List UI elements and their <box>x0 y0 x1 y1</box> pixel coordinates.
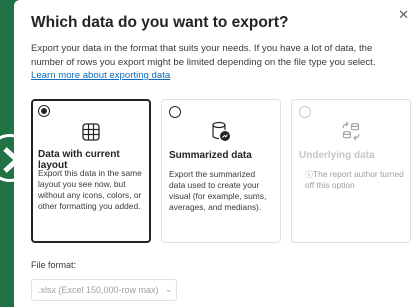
data-transfer-icon <box>342 121 360 141</box>
option-card-summarized[interactable]: Summarized data Export the summarized da… <box>161 99 281 243</box>
file-format-label: File format: <box>31 260 77 270</box>
option-title: Summarized data <box>169 150 252 161</box>
option-description: Export the summarized data used to creat… <box>169 169 267 212</box>
chevron-down-icon: ⌄ <box>165 285 172 294</box>
option-disabled-note: ⓘThe report author turned off this optio… <box>305 169 405 191</box>
file-format-select[interactable]: .xlsx (Excel 150,000-row max) ⌄ <box>31 279 177 301</box>
dialog-description: Export your data in the format that suit… <box>31 42 401 83</box>
learn-more-link[interactable]: Learn more about exporting data <box>31 70 170 81</box>
option-description: Export this data in the same layout you … <box>38 168 142 211</box>
close-icon[interactable]: ✕ <box>398 8 409 21</box>
radio-current-layout[interactable] <box>38 105 50 117</box>
export-data-dialog: Which data do you want to export? ✕ Expo… <box>14 0 419 307</box>
info-icon: ⓘ <box>305 170 313 179</box>
option-title: Underlying data <box>299 150 375 161</box>
radio-summarized[interactable] <box>169 106 181 118</box>
option-card-underlying: Underlying data ⓘThe report author turne… <box>291 99 411 243</box>
database-chart-icon <box>212 121 230 141</box>
description-text: Export your data in the format that suit… <box>31 43 376 68</box>
dialog-title: Which data do you want to export? <box>31 14 289 31</box>
option-description: The report author turned off this option <box>305 169 404 190</box>
file-format-value: .xlsx (Excel 150,000-row max) <box>38 285 159 295</box>
option-card-current-layout[interactable]: Data with current layout Export this dat… <box>31 99 151 243</box>
table-grid-icon <box>82 123 100 141</box>
radio-underlying <box>299 106 311 118</box>
